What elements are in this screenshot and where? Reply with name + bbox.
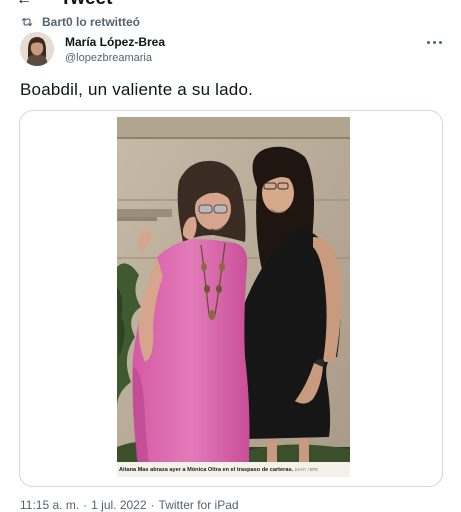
retweet-icon	[20, 15, 34, 29]
author-block[interactable]: María López-Brea @lopezbreamaria	[65, 35, 165, 66]
tweet-photo[interactable]	[117, 117, 350, 477]
retweeted-by-link[interactable]: Bart0 lo retwitteó	[42, 15, 140, 29]
dot	[427, 40, 430, 44]
author-name[interactable]: María López-Brea	[65, 35, 165, 50]
author-handle[interactable]: @lopezbreamaria	[65, 51, 165, 66]
photo-caption-bar: Aitana Mas abraza ayer a Mónica Oltra en…	[117, 462, 350, 477]
separator: ·	[150, 498, 155, 512]
tweet-date[interactable]: 1 jul. 2022	[91, 498, 146, 512]
tweet-text: Boabdil, un valiente a su lado.	[20, 80, 254, 99]
photo-caption: Aitana Mas abraza ayer a Mónica Oltra en…	[119, 466, 294, 473]
tweet-time[interactable]: 11:15 a. m.	[20, 498, 79, 512]
tweet-meta: 11:15 a. m. · 1 jul. 2022 · Twitter for iPad	[20, 498, 239, 512]
tweet-source[interactable]: Twitter for iPad	[159, 498, 239, 512]
top-bar: ← Tweet	[0, 0, 461, 8]
dot	[433, 40, 436, 44]
page-title: Tweet	[60, 0, 112, 8]
separator: ·	[83, 498, 88, 512]
back-arrow-icon[interactable]: ←	[16, 0, 32, 8]
more-options-icon[interactable]	[427, 38, 443, 46]
media-card[interactable]: Aitana Mas abraza ayer a Mónica Oltra en…	[19, 110, 443, 487]
photo-credit: KAI F. / EFE	[295, 467, 318, 472]
dot	[439, 40, 442, 44]
retweet-context: Bart0 lo retwitteó	[20, 13, 140, 31]
avatar[interactable]	[20, 32, 54, 66]
